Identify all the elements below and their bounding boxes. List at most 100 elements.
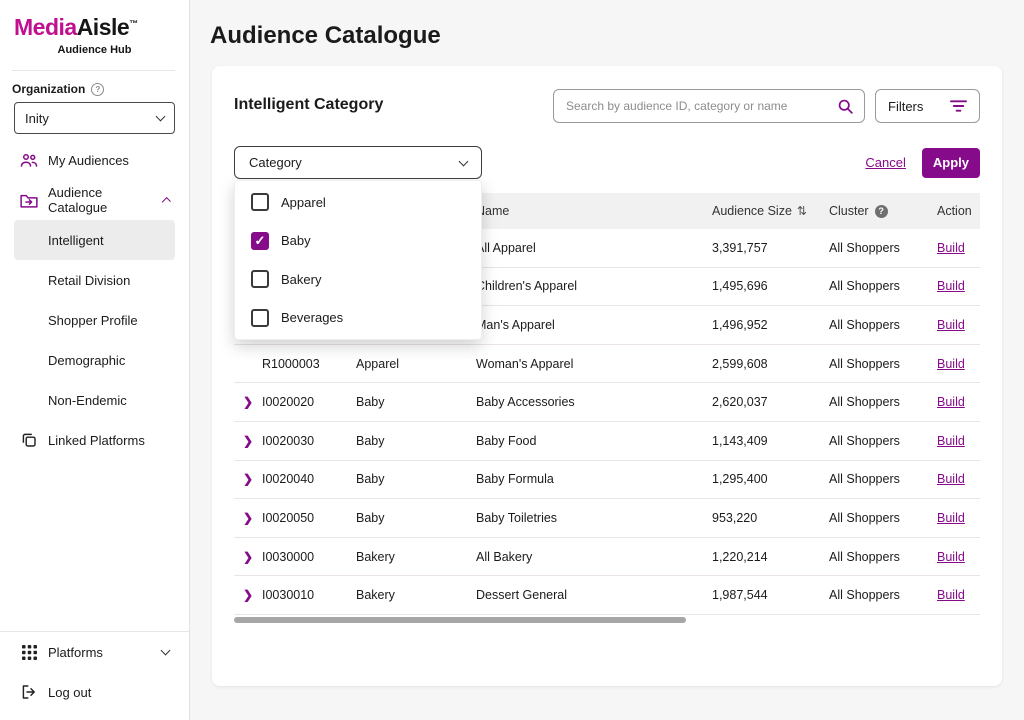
- check-icon: ✓: [255, 234, 266, 247]
- expand-chevron-icon[interactable]: ❯: [243, 472, 253, 486]
- checkbox[interactable]: ✓: [251, 232, 269, 250]
- horizontal-scrollbar-thumb[interactable]: [234, 617, 686, 623]
- category-option[interactable]: ✓ Apparel: [235, 183, 481, 222]
- build-link[interactable]: Build: [937, 588, 965, 602]
- name-column-header: Name: [476, 204, 712, 218]
- row-audience-size: 1,496,952: [712, 318, 829, 332]
- category-option[interactable]: ✓ Beverages: [235, 299, 481, 338]
- row-audience-size: 1,220,214: [712, 550, 829, 564]
- row-cluster: All Shoppers: [829, 357, 937, 371]
- checkbox[interactable]: ✓: [251, 193, 269, 211]
- option-label: Bakery: [281, 272, 321, 287]
- sidebar-item-label: My Audiences: [48, 153, 129, 168]
- category-filter-dropdown[interactable]: Category: [234, 146, 482, 179]
- sidebar-item-audience-catalogue[interactable]: Audience Catalogue: [0, 180, 189, 220]
- row-category: Baby: [356, 511, 476, 525]
- row-name: Woman's Apparel: [476, 357, 712, 371]
- expand-chevron-icon[interactable]: ❯: [243, 588, 253, 602]
- category-option[interactable]: ✓ Bakery: [235, 260, 481, 299]
- sidebar-item-label: Platforms: [48, 645, 103, 660]
- expand-chevron-icon[interactable]: ❯: [243, 550, 253, 564]
- build-link[interactable]: Build: [937, 395, 965, 409]
- row-cluster: All Shoppers: [829, 588, 937, 602]
- filters-button[interactable]: Filters: [875, 89, 980, 123]
- sidebar-item-label: Linked Platforms: [48, 433, 145, 448]
- sidebar-item-linked-platforms[interactable]: Linked Platforms: [0, 420, 189, 460]
- people-icon: [20, 152, 38, 168]
- table-row: ❯ R1000003 Apparel Woman's Apparel 2,599…: [234, 345, 980, 384]
- sidebar-subitem[interactable]: Non-Endemic: [14, 380, 175, 420]
- row-cluster: All Shoppers: [829, 395, 937, 409]
- sidebar: MediaAisle™ Audience Hub Organization ? …: [0, 0, 190, 720]
- build-link[interactable]: Build: [937, 472, 965, 486]
- build-link[interactable]: Build: [937, 434, 965, 448]
- row-audience-size: 1,495,696: [712, 279, 829, 293]
- row-audience-id: R1000003: [262, 357, 356, 371]
- row-name: All Apparel: [476, 241, 712, 255]
- brand-subtitle: Audience Hub: [0, 44, 189, 56]
- cancel-link[interactable]: Cancel: [865, 155, 905, 170]
- option-label: Apparel: [281, 195, 326, 210]
- organization-help-icon[interactable]: ?: [91, 83, 104, 96]
- expand-chevron-icon[interactable]: ❯: [243, 511, 253, 525]
- row-category: Apparel: [356, 357, 476, 371]
- sidebar-subitem[interactable]: Shopper Profile: [14, 300, 175, 340]
- sidebar-item-logout[interactable]: Log out: [0, 672, 189, 712]
- category-option[interactable]: ✓ Baby: [235, 222, 481, 261]
- row-category: Bakery: [356, 588, 476, 602]
- build-link[interactable]: Build: [937, 241, 965, 255]
- sidebar-subitem[interactable]: Demographic: [14, 340, 175, 380]
- row-category: Bakery: [356, 550, 476, 564]
- sort-icon[interactable]: ⇅: [797, 204, 807, 218]
- chevron-down-icon: [156, 112, 166, 122]
- sidebar-item-label: Audience Catalogue: [48, 185, 153, 215]
- build-link[interactable]: Build: [937, 318, 965, 332]
- row-category: Baby: [356, 472, 476, 486]
- logout-icon: [20, 684, 38, 700]
- filter-actions: Cancel Apply: [865, 146, 980, 179]
- page-title: Audience Catalogue: [210, 22, 441, 50]
- chevron-down-icon: [459, 156, 469, 166]
- row-name: All Bakery: [476, 550, 712, 564]
- sidebar-bottom: Platforms Log out: [0, 631, 189, 712]
- apply-button[interactable]: Apply: [922, 148, 980, 178]
- linked-platforms-icon: [20, 432, 38, 448]
- checkbox[interactable]: ✓: [251, 270, 269, 288]
- build-link[interactable]: Build: [937, 279, 965, 293]
- search-icon[interactable]: [836, 98, 854, 115]
- row-cluster: All Shoppers: [829, 472, 937, 486]
- table-row: ❯ I0020050 Baby Baby Toiletries 953,220 …: [234, 499, 980, 538]
- intelligent-category-card: Intelligent Category Filters Category Ca…: [212, 66, 1002, 686]
- sidebar-nav: My Audiences Audience Catalogue Intellig…: [0, 140, 189, 460]
- expand-chevron-icon[interactable]: ❯: [243, 395, 253, 409]
- cluster-help-icon[interactable]: ?: [875, 205, 888, 218]
- sidebar-item-my-audiences[interactable]: My Audiences: [0, 140, 189, 180]
- row-audience-size: 2,599,608: [712, 357, 829, 371]
- option-label: Beverages: [281, 310, 343, 325]
- sidebar-item-platforms[interactable]: Platforms: [0, 632, 189, 672]
- row-name: Baby Toiletries: [476, 511, 712, 525]
- expand-chevron-icon[interactable]: ❯: [243, 434, 253, 448]
- build-link[interactable]: Build: [937, 511, 965, 525]
- audience-size-label: Audience Size: [712, 204, 792, 218]
- build-link[interactable]: Build: [937, 550, 965, 564]
- search-input[interactable]: [566, 99, 836, 113]
- brand-name-media: Media: [14, 14, 77, 40]
- folder-icon: [20, 193, 38, 208]
- row-audience-size: 953,220: [712, 511, 829, 525]
- build-link[interactable]: Build: [937, 357, 965, 371]
- sidebar-subitem[interactable]: Intelligent: [14, 220, 175, 260]
- checkbox[interactable]: ✓: [251, 309, 269, 327]
- cluster-column-header: Cluster ?: [829, 204, 937, 218]
- organization-select[interactable]: Inity: [14, 102, 175, 134]
- search-box: [553, 89, 865, 123]
- row-name: Baby Formula: [476, 472, 712, 486]
- trademark-symbol: ™: [129, 18, 138, 28]
- row-audience-id: I0020020: [262, 395, 356, 409]
- chevron-down-icon: [161, 646, 171, 656]
- row-audience-size: 1,143,409: [712, 434, 829, 448]
- row-audience-size: 3,391,757: [712, 241, 829, 255]
- row-cluster: All Shoppers: [829, 279, 937, 293]
- category-dropdown-panel: ✓ Apparel ✓ Baby ✓ Bakery ✓ Beverages: [234, 180, 482, 340]
- sidebar-subitem[interactable]: Retail Division: [14, 260, 175, 300]
